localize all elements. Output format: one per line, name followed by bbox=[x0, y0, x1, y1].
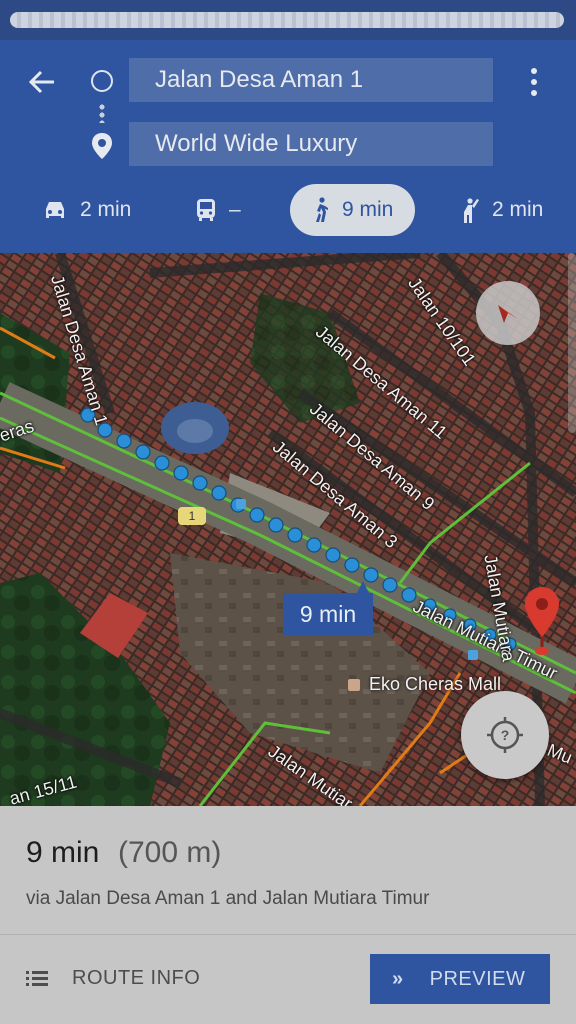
bus-icon bbox=[197, 199, 215, 221]
origin-circle-icon bbox=[91, 70, 113, 92]
more-vert-dot bbox=[531, 79, 537, 85]
more-vert-icon bbox=[531, 68, 537, 74]
transit-time: – bbox=[229, 198, 241, 221]
route-duration-badge[interactable]: 9 min bbox=[283, 581, 373, 635]
walk-time: 9 min bbox=[342, 198, 394, 221]
road-shield-badge: 1 bbox=[178, 507, 206, 525]
list-icon bbox=[26, 971, 48, 986]
drive-time: 2 min bbox=[80, 198, 132, 221]
route-time: 9 min bbox=[26, 836, 100, 869]
destination-marker-icon[interactable] bbox=[524, 587, 560, 659]
compass-icon bbox=[498, 305, 518, 323]
redacted-status-scribble bbox=[10, 12, 564, 28]
locate-unknown-icon: ? bbox=[487, 717, 523, 753]
route-connector-dots bbox=[99, 103, 105, 123]
sheet-divider bbox=[0, 934, 576, 935]
double-chevron-icon: » bbox=[392, 967, 404, 990]
route-info-button[interactable]: ROUTE INFO bbox=[26, 956, 200, 1000]
route-info-label: ROUTE INFO bbox=[72, 966, 201, 989]
tab-drive[interactable]: 2 min bbox=[42, 184, 131, 236]
back-button[interactable] bbox=[20, 64, 64, 100]
preview-label: PREVIEW bbox=[429, 967, 526, 990]
travel-mode-tabs: 2 min – 9 min 2 min bbox=[0, 184, 576, 236]
status-bar bbox=[0, 0, 576, 40]
tab-ride-hail[interactable]: 2 min bbox=[458, 184, 543, 236]
arrow-left-icon bbox=[28, 70, 54, 94]
destination-input[interactable]: World Wide Luxury bbox=[129, 122, 493, 166]
route-summary-sheet[interactable]: 9 min (700 m) via Jalan Desa Aman 1 and … bbox=[0, 806, 576, 1024]
destination-pin-icon bbox=[92, 133, 112, 159]
route-via-text: via Jalan Desa Aman 1 and Jalan Mutiara … bbox=[26, 888, 430, 909]
map-scroll-handle[interactable] bbox=[568, 253, 576, 433]
route-distance: (700 m) bbox=[118, 836, 222, 869]
map-view[interactable]: Jalan Desa Aman 1 Jalan Desa Aman 11 Jal… bbox=[0, 253, 576, 806]
poi-label: Eko Cheras Mall bbox=[369, 674, 502, 694]
compass-button[interactable] bbox=[476, 281, 540, 345]
more-options-button[interactable] bbox=[516, 62, 552, 102]
svg-text:?: ? bbox=[501, 727, 510, 743]
shopping-poi-icon bbox=[348, 678, 360, 691]
directions-header: Jalan Desa Aman 1 World Wide Luxury 2 mi… bbox=[0, 40, 576, 253]
car-icon bbox=[46, 202, 64, 218]
walk-icon bbox=[316, 197, 328, 222]
origin-input[interactable]: Jalan Desa Aman 1 bbox=[129, 58, 493, 102]
tab-transit[interactable]: – bbox=[195, 184, 241, 236]
tab-walk[interactable]: 9 min bbox=[290, 184, 416, 236]
my-location-button[interactable]: ? bbox=[461, 691, 549, 779]
ride-time: 2 min bbox=[492, 198, 544, 221]
more-vert-dot bbox=[531, 90, 537, 96]
preview-button[interactable]: » PREVIEW bbox=[370, 954, 550, 1004]
poi-eko-cheras-mall[interactable]: Eko Cheras Mall bbox=[348, 674, 501, 695]
ride-hail-icon bbox=[464, 198, 479, 223]
